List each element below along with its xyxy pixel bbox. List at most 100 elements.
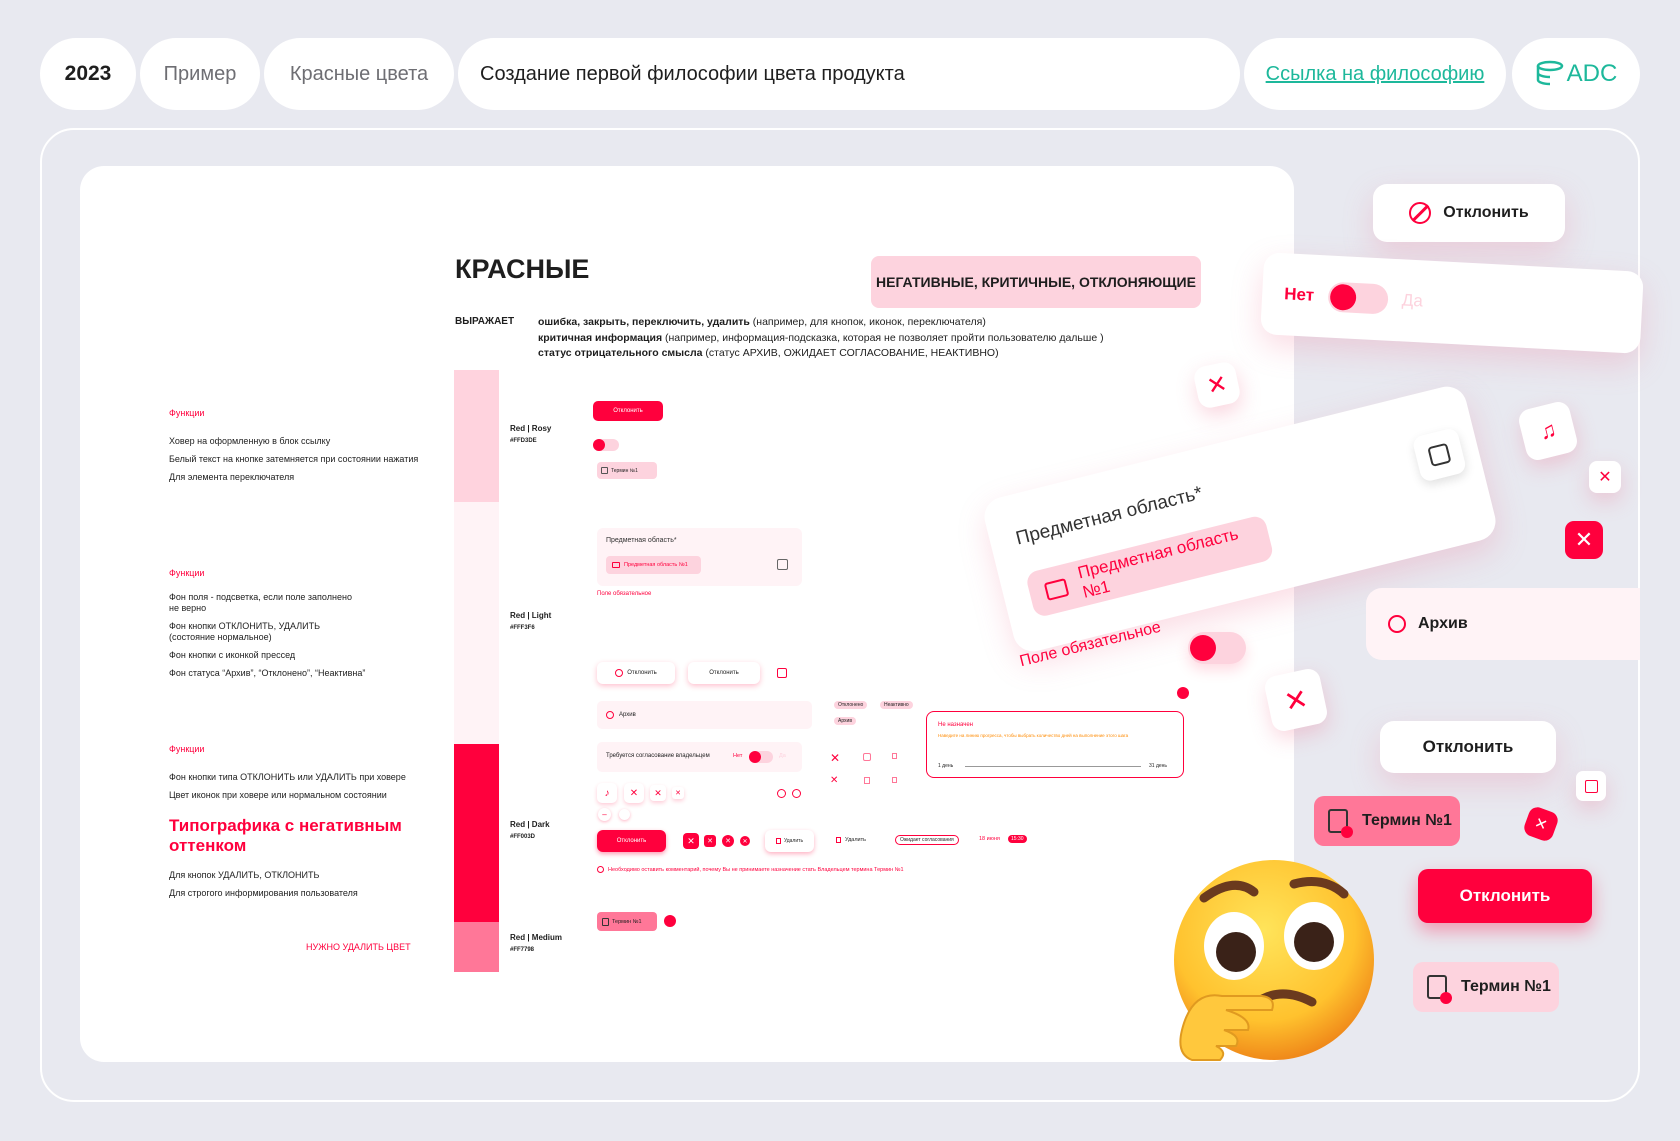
demo-reject-outline[interactable]: Отклонить: [597, 662, 675, 684]
toggle-no: Нет: [1283, 284, 1315, 305]
swatch-dark-hex: #FF003D: [510, 834, 536, 840]
swatch-medium: [454, 922, 499, 972]
demo-delete-outline-label: Удалить: [783, 838, 804, 844]
swatch-dark-name: Red | Dark: [510, 820, 550, 829]
demo-term-medium[interactable]: Термин №1: [597, 912, 657, 931]
swatch-medium-hex: #FF7798: [510, 947, 535, 953]
trash-icon: [836, 837, 841, 843]
close-icon[interactable]: ✕: [624, 783, 644, 803]
expresses-label: ВЫРАЖАЕТ: [455, 316, 515, 327]
demo-approval-toggle[interactable]: [749, 751, 773, 763]
philosophy-link[interactable]: Ссылка на философию: [1244, 38, 1506, 110]
alert-icon: [1388, 615, 1406, 633]
toggle-yes: Да: [1401, 290, 1424, 311]
func-3-list-2: Для кнопок УДАЛИТЬ, ОТКЛОНИТЬ Для строго…: [169, 866, 358, 902]
year-pill: 2023: [40, 38, 136, 110]
delete-color-note: НУЖНО УДАЛИТЬ ЦВЕТ: [306, 942, 411, 952]
ban-icon: [615, 669, 624, 677]
func-3-title: Функции: [169, 744, 205, 754]
trash-icon[interactable]: [864, 777, 870, 784]
demo-required-hint: Поле обязательное: [597, 591, 652, 597]
close-icon[interactable]: ✕: [650, 785, 666, 801]
close-icon[interactable]: ✕: [1262, 666, 1330, 734]
status-archive: Архив: [834, 717, 857, 725]
deadline-hint: Наведите на линию прогресса, чтобы выбра…: [938, 733, 1129, 738]
demo-subject-chip: Предметная область №1: [606, 556, 701, 574]
folder-icon: [612, 562, 620, 568]
page-title: Создание первой философии цвета продукта: [458, 38, 1240, 110]
func-3-list: Фон кнопки типа ОТКЛОНИТЬ или УДАЛИТЬ пр…: [169, 768, 406, 804]
status-rejected: Отклонено: [834, 701, 868, 709]
reject-button-filled[interactable]: Отклонить: [1418, 869, 1592, 923]
swatch-medium-name: Red | Medium: [510, 933, 563, 942]
close-icon[interactable]: ✕: [740, 836, 750, 846]
edit-icon[interactable]: [777, 668, 787, 678]
term-rosy-label: Термин №1: [1461, 978, 1551, 995]
toggle-switch[interactable]: [1188, 632, 1246, 664]
expr-3-rest: (статус АРХИВ, ОЖИДАЕТ СОГЛАСОВАНИЕ, НЕА…: [702, 347, 999, 359]
demo-subject-label: Предметная область*: [606, 537, 677, 544]
edit-icon[interactable]: [1576, 771, 1606, 801]
term-chip-medium[interactable]: Термин №1: [1314, 796, 1460, 846]
func-1-list: Ховер на оформленную в блок ссылку Белый…: [169, 432, 418, 486]
trash-icon[interactable]: [892, 753, 897, 759]
demo-delete-link[interactable]: Удалить: [836, 837, 866, 843]
bell-icon[interactable]: ♪: [597, 783, 617, 803]
close-icon[interactable]: ✕: [1589, 461, 1621, 493]
close-icon[interactable]: ✕: [1565, 521, 1603, 559]
swatch-light-hex: #FFF3F6: [510, 625, 535, 631]
edit-icon[interactable]: [1411, 426, 1468, 483]
demo-approval-no: Нет: [733, 753, 743, 759]
demo-subject-field[interactable]: Предметная область* Предметная область №…: [597, 528, 802, 586]
close-icon[interactable]: ✕: [672, 787, 684, 799]
func-2-item: Фон поля - подсветка, если поле заполнен…: [169, 592, 352, 602]
demo-archive-label: Архив: [619, 712, 636, 718]
thinking-face-emoji: [1164, 858, 1374, 1068]
trash-icon: [775, 838, 781, 844]
func-2-item: Фон статуса “Архив”, “Отклонено”, “Неакт…: [169, 668, 366, 678]
alert-icon: [597, 866, 604, 873]
toggle-switch[interactable]: [1327, 281, 1389, 315]
demo-term-chip[interactable]: Термин №1: [597, 462, 657, 479]
func-3-item: Цвет иконок при ховере или нормальном со…: [169, 790, 387, 800]
deadline-track[interactable]: [965, 766, 1141, 767]
swatch-dark: [454, 744, 499, 924]
reject-button-outline[interactable]: Отклонить: [1373, 184, 1565, 242]
term-medium-label: Термин №1: [1362, 812, 1452, 829]
close-icon[interactable]: ✕: [683, 833, 699, 849]
tab-red-colors[interactable]: Красные цвета: [264, 38, 454, 110]
term-icon: [1328, 809, 1353, 838]
minus-icon[interactable]: –: [598, 808, 611, 821]
edit-icon[interactable]: [777, 559, 788, 570]
deadline-day31: 31 день: [1149, 763, 1168, 769]
status-dot: [1177, 687, 1189, 699]
expr-3-bold: статус отрицательного смысла: [538, 347, 703, 359]
func-1-item: Ховер на оформленную в блок ссылку: [169, 436, 331, 446]
trash-icon[interactable]: [892, 777, 897, 783]
demo-reject-plain[interactable]: Отклонить: [688, 662, 760, 684]
demo-toggle[interactable]: [593, 439, 619, 451]
demo-delete-outline[interactable]: Удалить: [765, 830, 814, 852]
term-chip-rosy[interactable]: Термин №1: [1413, 962, 1559, 1012]
close-icon[interactable]: ✕: [704, 835, 716, 847]
tab-example[interactable]: Пример: [140, 38, 260, 110]
swatch-light-name: Red | Light: [510, 611, 552, 620]
demo-time: 15:30: [1008, 835, 1027, 843]
close-icon[interactable]: ✕: [830, 751, 840, 765]
status-dot: [664, 915, 676, 927]
demo-reject-button[interactable]: Отклонить: [593, 401, 663, 421]
subject-value: Предметная область №1: [1075, 524, 1241, 602]
func-2-list: Фон поля - подсветка, если поле заполнен…: [169, 592, 365, 679]
demo-reject-filled[interactable]: Отклонить: [597, 830, 666, 852]
term-icon: [1427, 975, 1452, 1004]
demo-comment-text: Необходимо оставить комментарий, почему …: [608, 866, 904, 873]
demo-comment-warning: Необходимо оставить комментарий, почему …: [597, 866, 904, 873]
deadline-card[interactable]: Не назначен Наведите на линию прогресса,…: [926, 711, 1184, 778]
folder-icon: [1043, 578, 1070, 601]
close-icon[interactable]: ✕: [830, 775, 838, 786]
trash-icon[interactable]: [619, 809, 630, 820]
close-icon[interactable]: ✕: [722, 835, 734, 847]
swatch-rosy-hex: #FFD3DE: [510, 438, 537, 444]
edit-icon[interactable]: [863, 753, 871, 761]
reject-button-plain[interactable]: Отклонить: [1380, 721, 1556, 773]
